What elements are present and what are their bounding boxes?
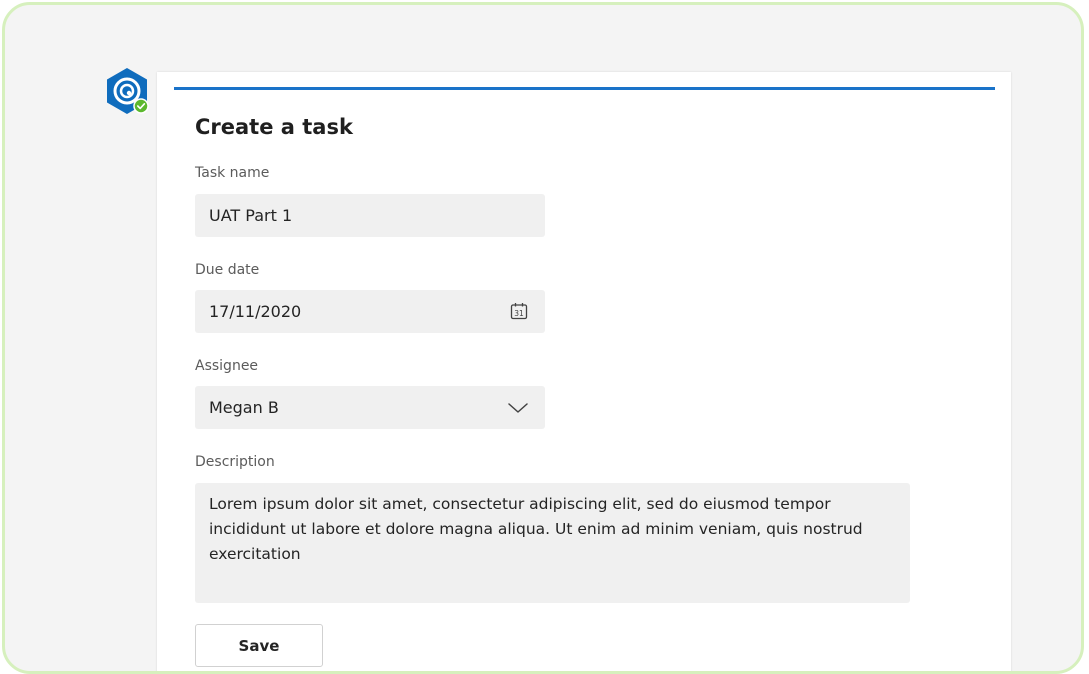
calendar-icon-day: 31 bbox=[514, 309, 524, 318]
assignee-value: Megan B bbox=[209, 398, 279, 417]
app-logo-icon bbox=[107, 68, 149, 114]
task-form-card: Create a task Task name Due date 17/11/2… bbox=[157, 72, 1011, 671]
description-textarea[interactable]: Lorem ipsum dolor sit amet, consectetur … bbox=[195, 483, 910, 603]
assignee-dropdown[interactable]: Megan B bbox=[195, 386, 545, 429]
due-date-input[interactable]: 17/11/2020 31 bbox=[195, 290, 545, 333]
description-text: Lorem ipsum dolor sit amet, consectetur … bbox=[209, 495, 863, 563]
card-accent-bar bbox=[174, 87, 995, 90]
form-title: Create a task bbox=[195, 115, 353, 139]
app-frame: Create a task Task name Due date 17/11/2… bbox=[2, 2, 1084, 674]
chevron-down-icon[interactable] bbox=[507, 398, 529, 418]
description-label: Description bbox=[195, 454, 275, 470]
save-button[interactable]: Save bbox=[195, 624, 323, 667]
due-date-label: Due date bbox=[195, 262, 260, 278]
check-badge-icon bbox=[133, 98, 149, 114]
task-name-label: Task name bbox=[195, 165, 270, 181]
assignee-label: Assignee bbox=[195, 358, 259, 374]
due-date-value: 17/11/2020 bbox=[209, 302, 302, 321]
task-name-input[interactable] bbox=[195, 194, 545, 237]
calendar-icon[interactable]: 31 bbox=[509, 301, 529, 321]
